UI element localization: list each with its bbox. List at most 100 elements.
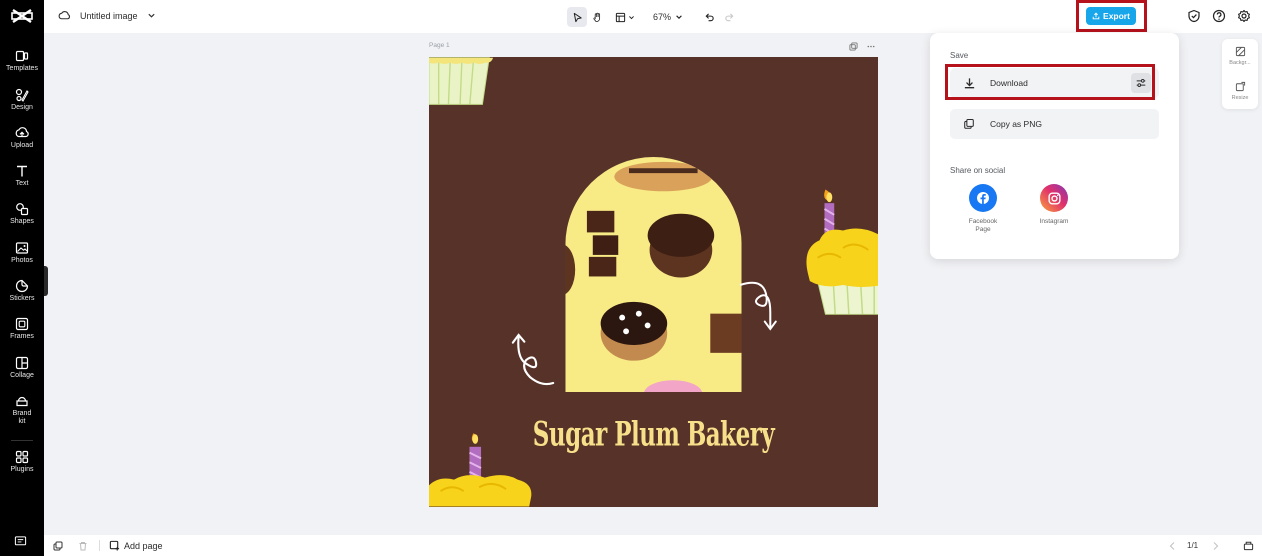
hand-icon [592,12,600,22]
cupcake-liner-top-left-image [429,57,494,105]
page-more-icon[interactable] [866,42,876,51]
shield-icon[interactable] [1187,9,1201,23]
swirl-arrow-right-icon [739,281,777,331]
design-icon [15,88,29,102]
sidebar-item-frames[interactable]: Frames [0,317,44,355]
sidebar-item-label: Text [15,180,29,187]
select-tool-button[interactable] [567,7,587,27]
sidebar-item-plugins[interactable]: Plugins [0,450,44,488]
sidebar-item-label: Templates [6,65,38,72]
export-icon [1092,12,1100,20]
sidebar-item-label: Frames [10,333,34,340]
rail-divider [11,440,33,441]
photos-icon [15,242,29,254]
resize-tool-button[interactable]: Resize [1222,81,1258,101]
previous-page-icon[interactable] [1168,541,1176,551]
duplicate-icon[interactable] [53,541,63,551]
redo-button[interactable] [719,7,739,27]
background-label: Backgr... [1229,60,1251,66]
birthday-cupcake-right-image [806,189,878,315]
text-icon [17,165,27,177]
background-icon [1235,46,1245,57]
copy-as-png-option[interactable]: Copy as PNG [950,109,1159,139]
sidebar-item-label: Photos [11,257,33,264]
help-icon[interactable] [1212,9,1226,23]
sidebar-item-templates[interactable]: Templates [0,49,44,87]
page-counter: 1/1 [1187,541,1199,550]
export-button[interactable]: Export [1086,7,1136,25]
collage-icon [15,356,29,370]
duplicate-page-icon[interactable] [849,42,858,51]
sidebar-item-label: Plugins [10,466,34,473]
export-label: Export [1103,11,1130,21]
resize-label: Resize [1231,95,1249,101]
sidebar-item-brand-kit[interactable]: Brand kit [0,394,44,432]
instagram-icon [1040,184,1068,212]
sidebar-item-text[interactable]: Text [0,164,44,202]
hand-tool-button[interactable] [587,7,607,27]
document-title-group[interactable]: Untitled image [58,9,156,22]
sidebar-item-collage[interactable]: Collage [0,356,44,394]
sidebar-item-label: Design [11,104,33,111]
chevron-down-icon[interactable] [675,13,683,21]
export-dropdown-panel: Save Download Copy as PNG Share on socia… [930,33,1179,259]
grid-view-icon[interactable] [1243,540,1254,551]
sidebar-item-label: Collage [10,372,34,379]
swirl-arrow-left-icon [511,333,555,386]
sidebar-item-label: Upload [10,142,34,149]
cloud-sync-icon[interactable] [58,9,71,22]
left-rail: Templates Design Upload Text Shapes Phot… [0,0,44,556]
sidebar-item-design[interactable]: Design [0,88,44,126]
chevron-down-icon [629,15,634,19]
document-title[interactable]: Untitled image [80,11,138,21]
sidebar-item-label: Stickers [9,295,35,302]
settings-icon[interactable] [1237,9,1251,23]
templates-icon [15,50,29,62]
sidebar-item-label: Shapes [10,218,34,225]
sidebar-item-photos[interactable]: Photos [0,241,44,279]
plugins-icon [15,450,29,464]
right-properties-panel: Backgr... Resize [1222,39,1258,109]
upload-icon [15,127,29,138]
sidebar-item-label: Brand kit [12,410,32,425]
copy-as-png-label: Copy as PNG [990,119,1042,129]
panel-collapse-handle[interactable] [44,266,48,296]
chevron-down-icon[interactable] [147,11,156,20]
facebook-page-label: Facebook Page [968,218,998,233]
feedback-icon[interactable] [14,535,27,548]
background-tool-button[interactable]: Backgr... [1222,46,1258,66]
zoom-level[interactable]: 67% [653,12,671,22]
download-highlight-box [945,64,1155,100]
design-artboard[interactable]: Sugar Plum Bakery [429,57,878,507]
bottom-divider [99,540,100,551]
next-page-icon[interactable] [1212,541,1220,551]
add-page-label: Add page [124,540,163,551]
capcut-logo[interactable] [11,7,33,25]
facebook-icon [969,184,997,212]
pastries-arch-photo [565,157,742,392]
instagram-label: Instagram [1039,218,1069,225]
add-page-button[interactable]: Add page [109,540,163,551]
copy-icon [961,116,977,132]
layout-dropdown[interactable] [611,7,639,27]
shapes-icon [16,203,29,216]
sidebar-item-shapes[interactable]: Shapes [0,202,44,240]
frames-icon [15,317,29,331]
cursor-icon [573,12,582,22]
share-instagram-button[interactable]: Instagram [1029,184,1079,226]
undo-button[interactable] [699,7,719,27]
bakery-title-text[interactable]: Sugar Plum Bakery [429,415,878,454]
layout-icon [615,12,626,22]
trash-icon[interactable] [78,541,88,551]
stickers-icon [15,279,29,293]
add-page-icon [109,540,120,551]
page-label[interactable]: Page 1 [429,42,450,49]
undo-icon [705,12,714,21]
save-section-heading: Save [950,51,969,60]
sidebar-item-stickers[interactable]: Stickers [0,279,44,317]
canvas-tools: 67% [567,7,739,27]
sidebar-item-upload[interactable]: Upload [0,126,44,164]
share-section-heading: Share on social [950,166,1006,175]
share-facebook-page-button[interactable]: Facebook Page [958,184,1008,234]
resize-icon [1235,81,1245,92]
